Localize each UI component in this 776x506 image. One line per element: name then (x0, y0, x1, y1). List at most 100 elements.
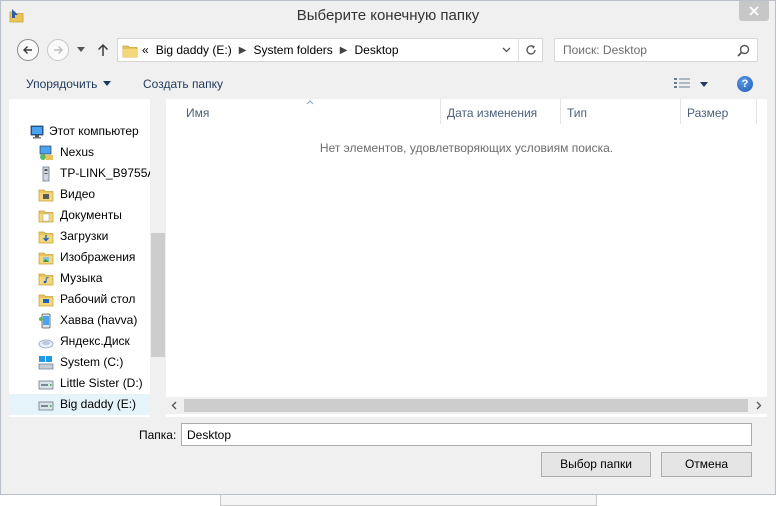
sidebar-item[interactable]: Big daddy (E:) (9, 394, 154, 415)
view-options-caret-icon[interactable] (700, 82, 708, 87)
dialog-title: Выберите конечную папку (296, 7, 480, 24)
sidebar-item-label: Nexus (60, 145, 95, 159)
column-divider[interactable] (756, 99, 757, 124)
close-button[interactable] (739, 1, 769, 21)
organize-label: Упорядочить (26, 77, 98, 91)
sidebar-item-label: Little Sister (D:) (60, 376, 143, 390)
sidebar-item-label: Big daddy (E:) (60, 397, 137, 411)
breadcrumb-item[interactable]: Desktop (355, 43, 399, 57)
sidebar-item[interactable]: Документы (9, 205, 154, 226)
scrollbar-thumb[interactable] (151, 233, 165, 357)
title-bar: Выберите конечную папку (1, 1, 775, 32)
close-icon (749, 6, 759, 16)
back-button[interactable] (17, 39, 39, 61)
navigation-tree: Этот компьютер Nexus TP-LINK_B9755A Видео До… (9, 121, 154, 415)
address-bar[interactable]: « Big daddy (E:) ▶ System folders ▶ Desk… (117, 38, 543, 62)
search-input[interactable] (563, 43, 733, 57)
select-folder-button[interactable]: Выбор папки (541, 452, 651, 477)
cancel-button[interactable]: Отмена (661, 452, 752, 477)
sidebar-item[interactable]: TP-LINK_B9755A (9, 163, 154, 184)
videos-folder-icon (38, 187, 54, 203)
recent-locations-dropdown-icon[interactable] (77, 47, 85, 52)
up-arrow-icon[interactable] (96, 42, 110, 58)
sidebar-item-label: System (C:) (60, 355, 124, 369)
column-header-name[interactable]: Имя (180, 99, 209, 124)
navigation-scrollbar[interactable] (150, 99, 166, 417)
scroll-right-icon[interactable] (756, 401, 762, 410)
view-list-icon[interactable] (673, 77, 691, 91)
desktop-folder-icon (38, 292, 54, 308)
sidebar-item[interactable]: Nexus (9, 142, 154, 163)
navigation-pane: Этот компьютер Nexus TP-LINK_B9755A Видео До… (9, 99, 166, 417)
sidebar-item-label: Документы (60, 208, 122, 222)
folder-field-label: Папка: (139, 428, 177, 442)
downloads-folder-icon (38, 229, 54, 245)
music-folder-icon (38, 271, 54, 287)
documents-folder-icon (38, 208, 54, 224)
sidebar-item[interactable]: Видео (9, 184, 154, 205)
yandex-disk-icon (38, 334, 54, 350)
breadcrumb-overflow[interactable]: « (142, 43, 149, 57)
help-button[interactable]: ? (737, 76, 753, 92)
arrow-right-icon (54, 46, 63, 54)
caret-down-icon (103, 81, 112, 86)
sidebar-item[interactable]: Рабочий стол (9, 289, 154, 310)
empty-results-message: Нет элементов, удовлетворяющих условиям … (319, 141, 614, 155)
content-area: Этот компьютер Nexus TP-LINK_B9755A Видео До… (9, 99, 767, 417)
pictures-folder-icon (38, 250, 54, 266)
computer-icon (29, 124, 45, 140)
sidebar-item-label: Хавва (havva) (60, 313, 138, 327)
scroll-left-icon[interactable] (171, 401, 177, 410)
column-header-type[interactable]: Тип (561, 99, 587, 124)
sidebar-item-label: Загрузки (60, 229, 109, 243)
column-header-size[interactable]: Размер (681, 99, 728, 124)
sidebar-item[interactable]: Изображения (9, 247, 154, 268)
sidebar-item[interactable]: Хавва (havva) (9, 310, 154, 331)
file-list-pane: Имя Дата изменения Тип Размер Нет элемен… (166, 99, 767, 417)
new-folder-button[interactable]: Создать папку (143, 77, 223, 91)
chevron-right-icon[interactable]: ▶ (239, 45, 247, 56)
sidebar-item[interactable]: Этот компьютер (9, 121, 154, 142)
drive-icon (38, 397, 54, 413)
address-row: « Big daddy (E:) ▶ System folders ▶ Desk… (1, 32, 775, 69)
folder-picker-dialog: Выберите конечную папку « Big daddy (E:)… (0, 0, 776, 495)
chevron-down-icon[interactable] (502, 47, 511, 53)
forward-button[interactable] (47, 39, 69, 61)
column-header-date-modified[interactable]: Дата изменения (441, 99, 537, 124)
column-header-row: Имя Дата изменения Тип Размер (166, 99, 767, 124)
system-drive-icon (38, 355, 54, 371)
sidebar-item-label: Изображения (60, 250, 136, 264)
horizontal-scrollbar[interactable] (166, 397, 767, 414)
scrollbar-thumb[interactable] (184, 399, 748, 412)
arrow-left-icon (23, 46, 32, 54)
breadcrumb: « Big daddy (E:) ▶ System folders ▶ Desk… (142, 43, 406, 57)
background-window-edge (220, 495, 597, 506)
sidebar-item[interactable]: Яндекс.Диск (9, 331, 154, 352)
refresh-button[interactable] (518, 39, 542, 61)
chevron-right-icon[interactable]: ▶ (340, 45, 348, 56)
sidebar-item-label: TP-LINK_B9755A (60, 166, 154, 180)
phone-device-icon (38, 313, 54, 329)
breadcrumb-item[interactable]: Big daddy (E:) (156, 43, 232, 57)
sidebar-item[interactable]: Музыка (9, 268, 154, 289)
sidebar-item-label: Музыка (60, 271, 103, 285)
sidebar-item[interactable]: Загрузки (9, 226, 154, 247)
sidebar-item[interactable]: Little Sister (D:) (9, 373, 154, 394)
refresh-icon (526, 45, 536, 55)
sidebar-item-label: Рабочий стол (60, 292, 136, 306)
sidebar-item[interactable]: System (C:) (9, 352, 154, 373)
sidebar-item-label: Этот компьютер (49, 124, 139, 138)
folder-name-input[interactable] (181, 423, 752, 446)
breadcrumb-item[interactable]: System folders (253, 43, 332, 57)
command-bar: Упорядочить Создать папку ? (1, 69, 775, 99)
media-server-icon (38, 166, 54, 182)
sidebar-item-label: Яндекс.Диск (60, 334, 130, 348)
search-box[interactable] (554, 38, 758, 62)
folder-icon (122, 45, 138, 58)
search-icon[interactable] (737, 44, 750, 57)
drive-icon (38, 376, 54, 392)
sort-ascending-icon (306, 100, 314, 105)
organize-menu-button[interactable]: Упорядочить (26, 77, 112, 91)
sidebar-item-label: Видео (60, 187, 96, 201)
network-location-icon (38, 145, 54, 161)
